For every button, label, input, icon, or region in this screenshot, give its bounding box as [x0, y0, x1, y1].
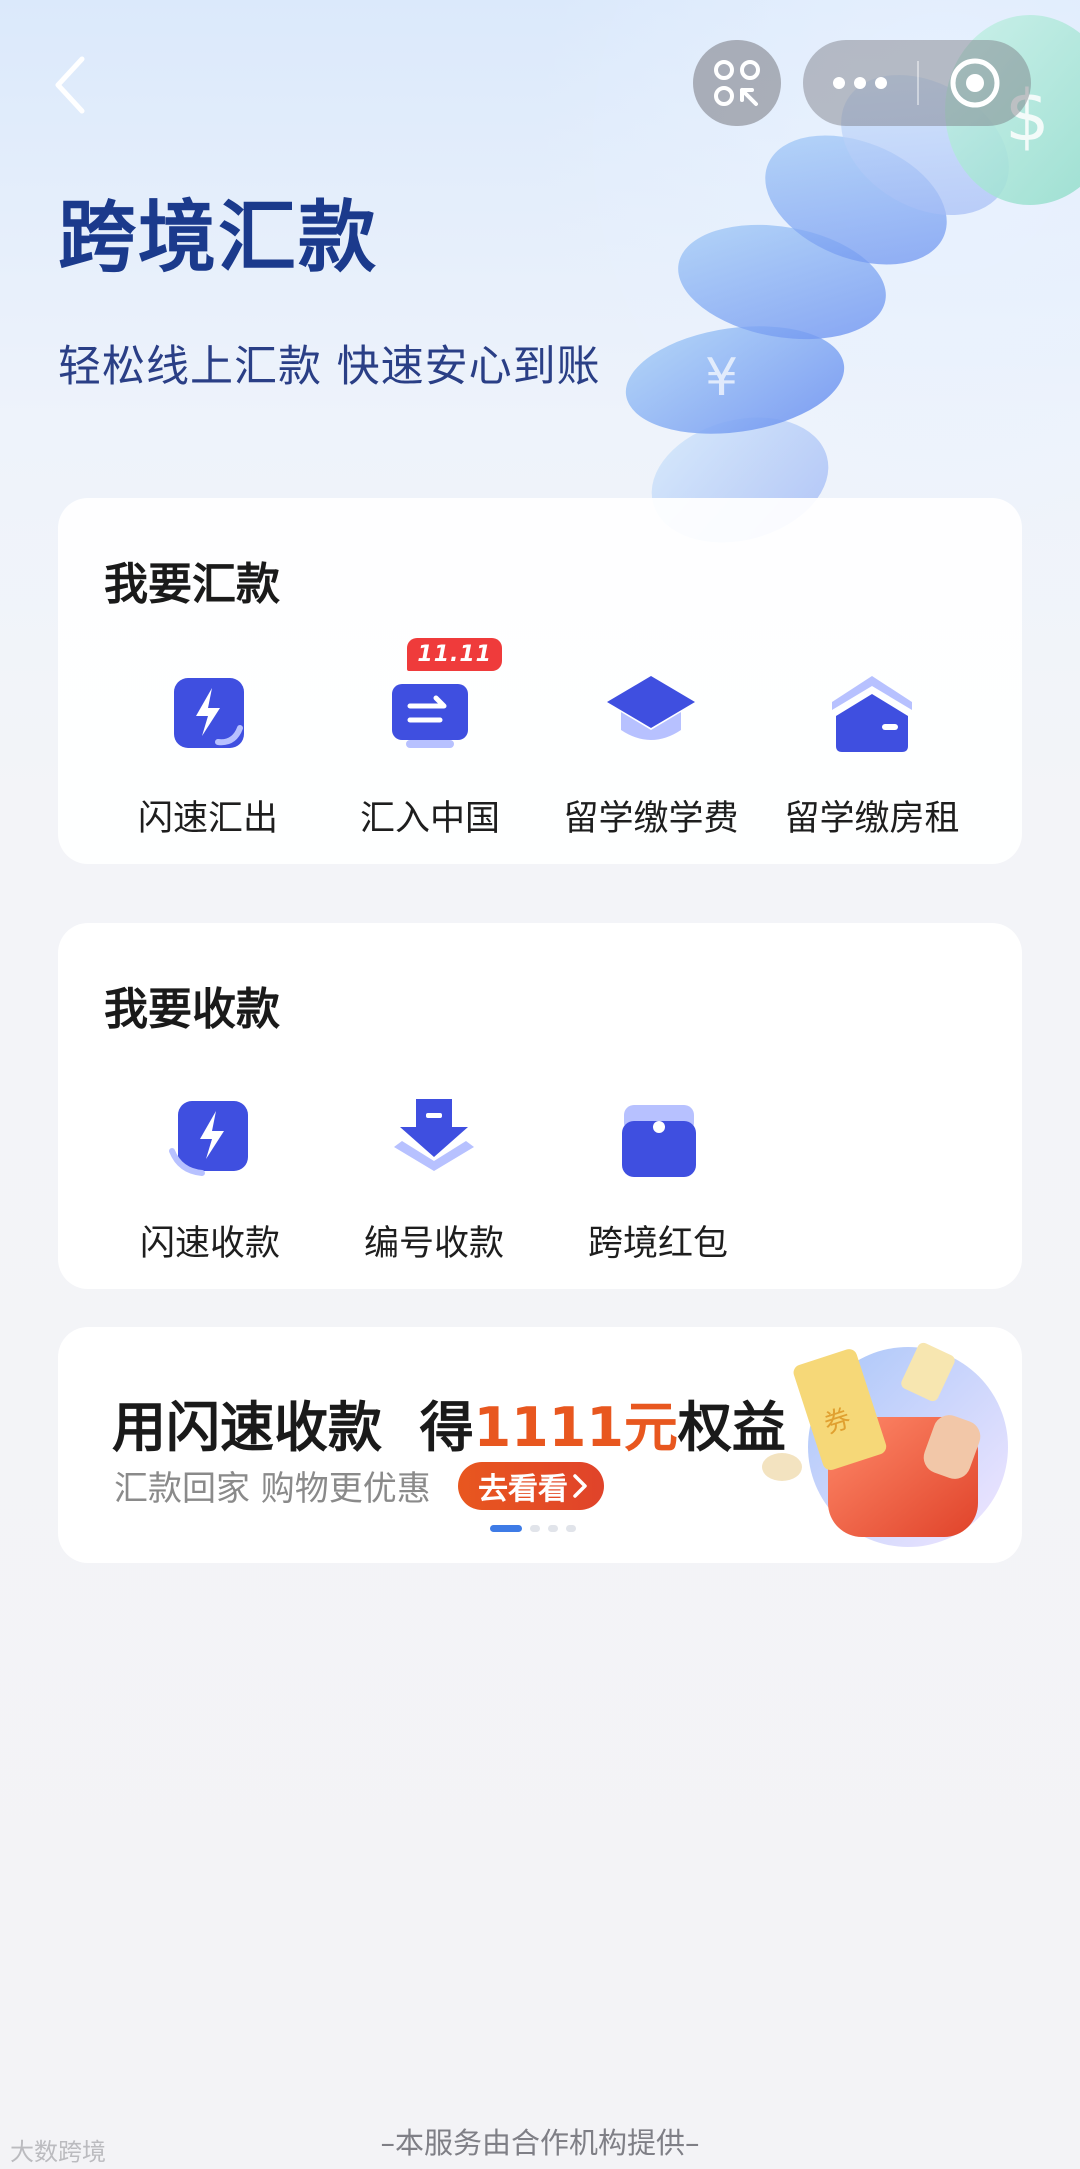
banner-cta-button[interactable]: 去看看	[458, 1462, 604, 1510]
menu-item-flash-send[interactable]: 闪速汇出	[108, 666, 308, 841]
banner-headline: 用闪速收款 得1111元权益	[112, 1383, 786, 1462]
target-circle-icon	[950, 58, 1000, 108]
mini-program-capsule	[803, 40, 1031, 126]
banner-subtitle: 汇款回家 购物更优惠	[114, 1469, 431, 1509]
back-button[interactable]	[40, 50, 100, 120]
menu-item-red-packet[interactable]: 跨境红包	[558, 1091, 758, 1266]
footer-disclaimer: –本服务由合作机构提供–	[380, 2126, 700, 2160]
chevron-left-icon	[55, 56, 85, 114]
menu-item-label: 闪速收款	[139, 1224, 280, 1264]
menu-item-rent[interactable]: 留学缴房租	[772, 666, 972, 841]
send-money-card: 我要汇款 闪速汇出 11.11 汇入中国 留学缴学费 留学缴房租	[58, 498, 1022, 864]
transfer-in-icon	[392, 684, 468, 748]
carousel-dot-active	[490, 1525, 522, 1532]
section-title-send: 我要汇款	[104, 559, 280, 610]
scan-icon	[714, 60, 760, 106]
menu-item-label: 汇入中国	[359, 799, 500, 839]
menu-item-tuition[interactable]: 留学缴学费	[551, 666, 751, 841]
section-title-receive: 我要收款	[104, 984, 280, 1035]
receive-money-card: 我要收款 闪速收款 编号收款 跨境红包	[58, 923, 1022, 1289]
menu-item-remit-to-china[interactable]: 11.11 汇入中国	[330, 638, 530, 841]
menu-item-label: 跨境红包	[587, 1224, 728, 1264]
page-title: 跨境汇款	[58, 193, 379, 283]
promo-badge: 11.11	[407, 638, 502, 671]
menu-item-label: 闪速汇出	[137, 799, 278, 839]
graduation-cap-icon	[607, 676, 695, 740]
menu-item-label: 留学缴学费	[563, 799, 739, 839]
menu-item-label: 留学缴房租	[784, 799, 960, 839]
carousel-dot	[566, 1525, 576, 1532]
page-subtitle: 轻松线上汇款 快速安心到账	[58, 342, 601, 392]
svg-text:¥: ¥	[705, 348, 738, 408]
lightning-receive-icon	[169, 1101, 248, 1176]
gift-coupon-illustration: 券	[762, 1342, 1008, 1547]
download-tray-icon	[394, 1099, 474, 1171]
carousel-dot	[548, 1525, 558, 1532]
banner-headline-prefix: 用闪速收款 得	[112, 1396, 474, 1459]
banner-cta-label: 去看看	[478, 1472, 568, 1507]
chevron-right-icon	[573, 1474, 587, 1498]
promo-banner[interactable]: 用闪速收款 得1111元权益 汇款回家 购物更优惠 去看看 券	[58, 1327, 1022, 1563]
banner-headline-amount: 1111元	[473, 1396, 678, 1459]
lightning-card-icon	[174, 678, 244, 748]
scan-button[interactable]	[693, 40, 781, 126]
red-packet-icon	[622, 1105, 696, 1177]
carousel-indicator	[490, 1525, 576, 1532]
close-button[interactable]	[919, 40, 1031, 126]
house-icon	[832, 676, 912, 752]
carousel-dot	[530, 1525, 540, 1532]
menu-item-label: 编号收款	[363, 1224, 504, 1264]
watermark-text: 大数跨境	[10, 2138, 106, 2166]
menu-item-code-receive[interactable]: 编号收款	[334, 1091, 534, 1266]
more-dots-icon	[833, 77, 887, 89]
more-button[interactable]	[803, 40, 917, 126]
watermark: 大数跨境	[10, 2132, 106, 2167]
menu-item-flash-receive[interactable]: 闪速收款	[110, 1091, 310, 1266]
